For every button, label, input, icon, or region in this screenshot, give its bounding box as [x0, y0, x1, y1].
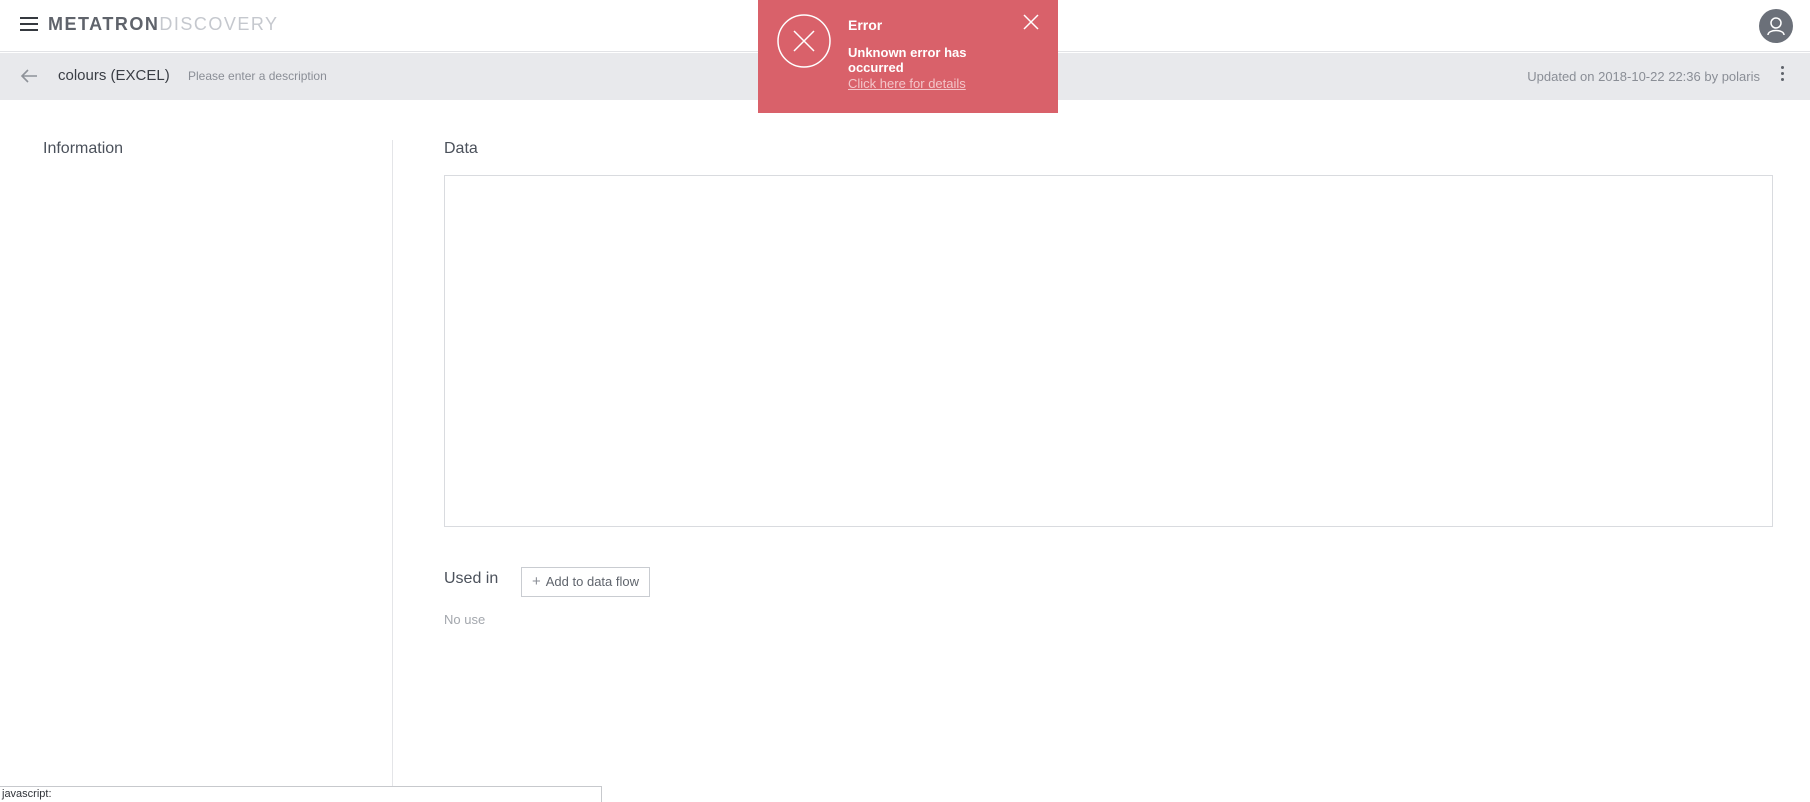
error-circle-icon: [776, 13, 832, 69]
panel-divider: [392, 140, 393, 802]
app-logo[interactable]: METATRONDISCOVERY: [48, 14, 279, 35]
add-to-dataflow-label: Add to data flow: [545, 574, 639, 589]
logo-part-discovery: DISCOVERY: [159, 14, 279, 34]
logo-part-metatron: METATRON: [48, 14, 160, 34]
dataset-description[interactable]: Please enter a description: [188, 69, 327, 83]
information-heading: Information: [43, 140, 124, 157]
more-options-icon[interactable]: [1778, 66, 1786, 88]
dataset-title[interactable]: colours (EXCEL): [58, 67, 170, 84]
data-heading: Data: [444, 140, 478, 157]
add-to-dataflow-button[interactable]: + Add to data flow: [521, 567, 650, 597]
updated-info: Updated on 2018-10-22 22:36 by polaris: [1527, 69, 1760, 84]
data-grid-area[interactable]: [444, 175, 1773, 527]
toast-title: Error: [848, 17, 883, 33]
back-arrow-icon[interactable]: [18, 66, 40, 86]
toast-details-link[interactable]: Click here for details: [848, 76, 966, 91]
hamburger-icon[interactable]: [20, 17, 38, 33]
error-toast: Error Unknown error has occurred Click h…: [758, 0, 1058, 113]
close-icon[interactable]: [1022, 13, 1040, 31]
browser-status-bar: javascript:: [0, 786, 602, 802]
no-use-text: No use: [444, 612, 486, 627]
plus-icon: +: [532, 573, 541, 590]
used-in-heading: Used in: [444, 570, 499, 587]
user-avatar-icon[interactable]: [1759, 9, 1793, 43]
toast-message: Unknown error has occurred: [848, 45, 967, 75]
